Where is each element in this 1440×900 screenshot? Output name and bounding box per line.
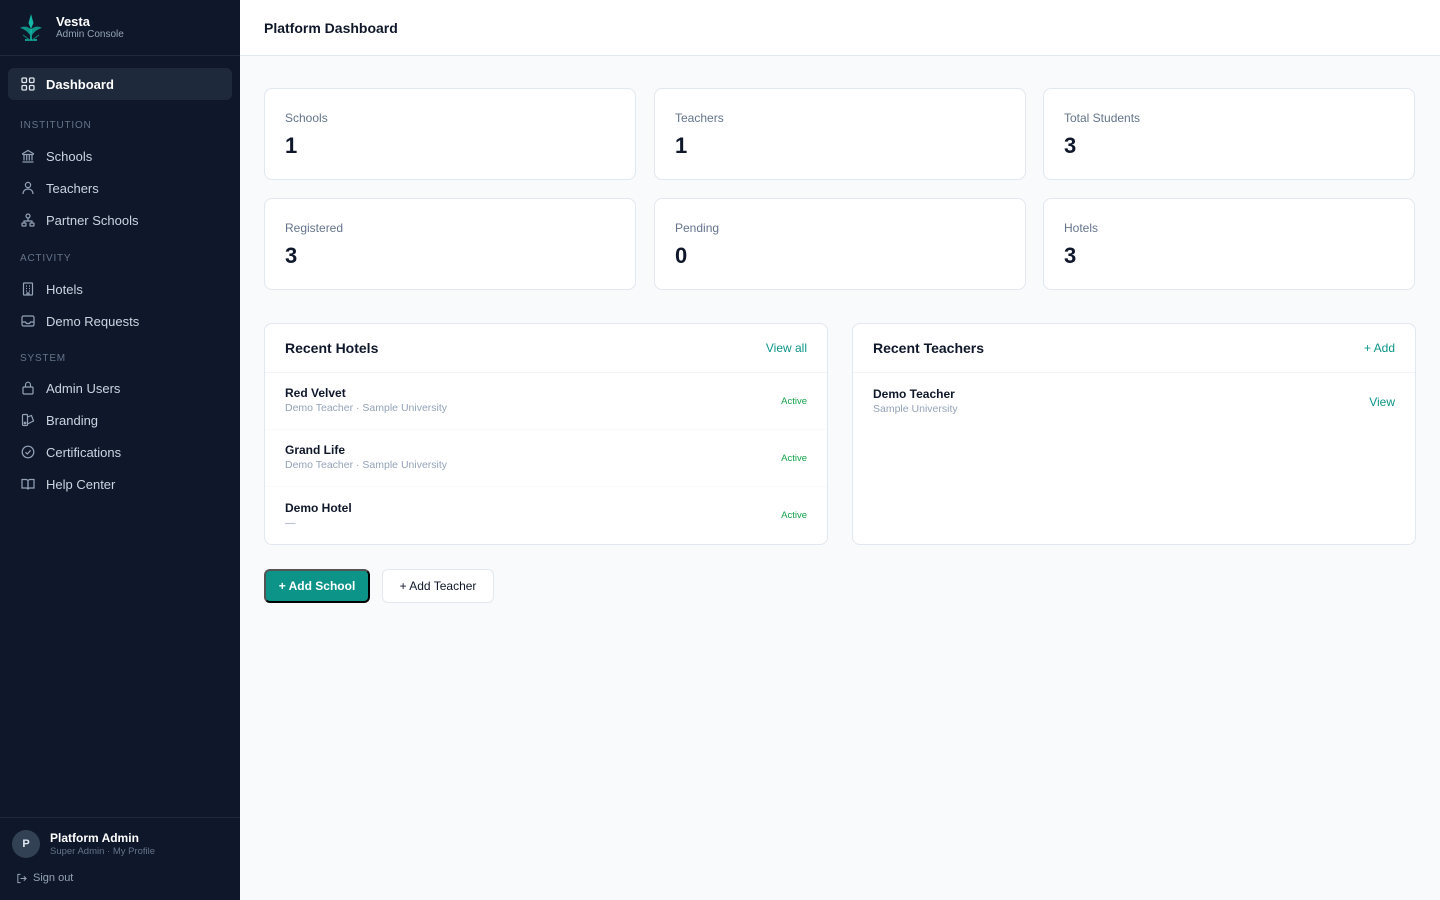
sidebar: Vesta Admin Console Dashboard INSTITUTIO…	[0, 0, 240, 900]
sidebar-item-hotels[interactable]: Hotels	[8, 273, 232, 305]
stat-card-hotels: Hotels 3	[1043, 198, 1415, 290]
brand[interactable]: Vesta Admin Console	[0, 0, 240, 56]
hotel-meta: —	[285, 516, 296, 529]
users-icon	[21, 181, 35, 195]
hotel-meta: Demo Teacher · Sample University	[285, 402, 448, 414]
sidebar-item-schools[interactable]: Schools	[8, 140, 232, 172]
panel-header: Recent Teachers + Add	[853, 324, 1415, 373]
hotel-icon	[21, 282, 35, 296]
list-item[interactable]: Demo Hotel — Active	[265, 487, 827, 544]
stat-card-registered: Registered 3	[264, 198, 636, 290]
user-name[interactable]: Platform Admin	[50, 831, 139, 845]
status-badge: Active	[781, 395, 807, 407]
sidebar-item-help-center[interactable]: Help Center	[8, 468, 232, 500]
stat-card-pending: Pending 0	[654, 198, 1026, 290]
sidebar-item-demo-requests[interactable]: Demo Requests	[8, 305, 232, 337]
list-item[interactable]: Demo Teacher Sample University View	[853, 373, 1415, 430]
palette-icon	[21, 413, 35, 427]
sidebar-item-certifications[interactable]: Certifications	[8, 436, 232, 468]
sign-out-label: Sign out	[33, 872, 74, 884]
grid-icon	[21, 77, 35, 91]
section-title-system: SYSTEM	[20, 353, 66, 364]
view-teacher-link[interactable]: View	[1369, 395, 1395, 409]
brand-subtitle: Admin Console	[56, 28, 124, 40]
stat-value: 1	[675, 133, 688, 158]
hotel-name: Red Velvet	[285, 386, 346, 400]
section-title-activity: ACTIVITY	[20, 253, 72, 264]
sidebar-item-label: Demo Requests	[46, 313, 140, 329]
sidebar-item-label: Admin Users	[46, 380, 121, 396]
page-title: Platform Dashboard	[264, 19, 398, 36]
check-circle-icon	[21, 445, 35, 459]
stat-card-total-students: Total Students 3	[1043, 88, 1415, 180]
stat-label: Registered	[285, 221, 344, 235]
inbox-icon	[21, 314, 35, 328]
building-icon	[21, 149, 35, 163]
stat-value: 3	[1064, 243, 1077, 268]
stat-label: Teachers	[675, 111, 724, 125]
panel-header: Recent Hotels View all	[265, 324, 827, 373]
stat-value: 3	[285, 243, 298, 268]
top-bar: Platform Dashboard	[240, 0, 1440, 56]
vesta-logo-icon	[20, 13, 42, 41]
teacher-name: Demo Teacher	[873, 386, 955, 401]
sidebar-nav: Dashboard INSTITUTION Schools Teachers P…	[0, 56, 240, 500]
stat-card-schools: Schools 1	[264, 88, 636, 180]
stat-value: 1	[285, 133, 298, 158]
stat-label: Hotels	[1064, 221, 1099, 235]
stat-label: Schools	[285, 111, 328, 125]
teacher-school: Sample University	[873, 402, 958, 415]
stat-card-teachers: Teachers 1	[654, 88, 1026, 180]
recent-teachers-panel: Recent Teachers + Add Demo Teacher Sampl…	[852, 323, 1416, 545]
sidebar-item-dashboard[interactable]: Dashboard	[8, 68, 232, 100]
list-item[interactable]: Red Velvet Demo Teacher · Sample Univers…	[265, 373, 827, 430]
lock-icon	[21, 381, 35, 395]
stat-label: Pending	[675, 221, 720, 235]
view-all-link[interactable]: View all	[766, 341, 807, 355]
sidebar-item-label: Schools	[46, 148, 93, 164]
recent-hotels-panel: Recent Hotels View all Red Velvet Demo T…	[264, 323, 828, 545]
user-profile: P Platform Admin Super Admin · My Profil…	[0, 817, 240, 900]
hotel-meta: Demo Teacher · Sample University	[285, 459, 448, 471]
panel-title: Recent Hotels	[285, 340, 379, 356]
brand-name: Vesta	[56, 13, 90, 29]
status-badge: Active	[781, 510, 807, 521]
sign-out-button[interactable]: Sign out	[16, 872, 73, 884]
network-icon	[21, 213, 35, 227]
sidebar-item-label: Teachers	[46, 180, 99, 196]
stat-value: 0	[675, 243, 688, 268]
add-teacher-button[interactable]: + Add Teacher	[382, 569, 494, 603]
panel-title: Recent Teachers	[873, 340, 985, 356]
status-badge: Active	[781, 452, 807, 464]
sidebar-item-label: Help Center	[46, 476, 116, 492]
book-icon	[21, 477, 35, 491]
sidebar-item-label: Partner Schools	[46, 212, 139, 228]
sidebar-item-branding[interactable]: Branding	[8, 404, 232, 436]
sidebar-item-label: Dashboard	[46, 76, 114, 92]
sign-out-icon	[17, 873, 27, 883]
hotel-name: Demo Hotel	[285, 500, 352, 515]
add-school-button[interactable]: + Add School	[264, 569, 370, 603]
sidebar-item-teachers[interactable]: Teachers	[8, 172, 232, 204]
sidebar-item-label: Hotels	[46, 281, 83, 297]
sidebar-item-label: Branding	[46, 412, 99, 428]
sidebar-item-label: Certifications	[46, 444, 122, 460]
list-item[interactable]: Grand Life Demo Teacher · Sample Univers…	[265, 430, 827, 487]
add-teacher-link[interactable]: + Add	[1364, 341, 1395, 355]
stat-label: Total Students	[1064, 111, 1141, 125]
section-title-institution: INSTITUTION	[20, 120, 92, 131]
avatar[interactable]: P	[12, 830, 40, 858]
sidebar-item-admin-users[interactable]: Admin Users	[8, 372, 232, 404]
user-role[interactable]: Super Admin · My Profile	[50, 846, 155, 857]
sidebar-item-partner-schools[interactable]: Partner Schools	[8, 204, 232, 236]
stat-value: 3	[1064, 133, 1077, 158]
hotel-name: Grand Life	[285, 443, 346, 457]
